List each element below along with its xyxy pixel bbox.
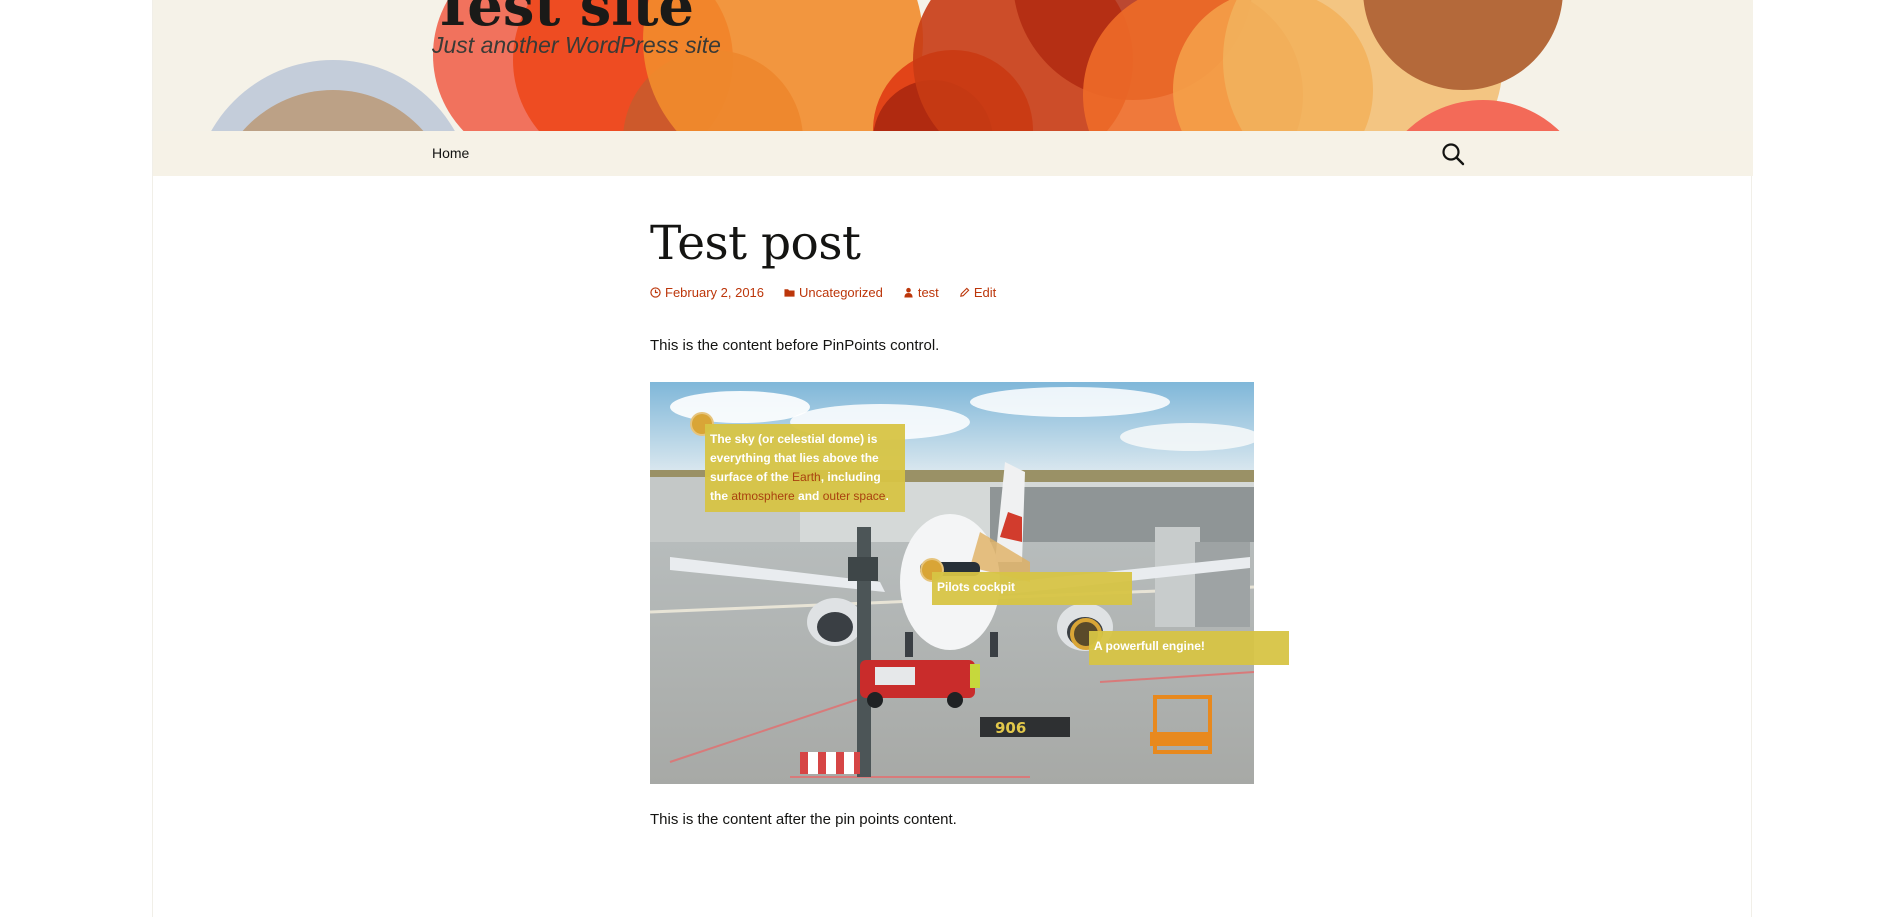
tooltip-sky: The sky (or celestial dome) is everythin… <box>705 424 905 512</box>
tooltip-sky-text: . <box>885 489 889 503</box>
post-category-link[interactable]: Uncategorized <box>784 285 883 300</box>
post-author: test <box>917 285 939 300</box>
pencil-icon <box>959 287 970 297</box>
page: Test site Just another WordPress site Ho… <box>152 0 1753 917</box>
post-author-link[interactable]: test <box>903 285 939 300</box>
folder-icon <box>784 289 795 297</box>
link-earth[interactable]: Earth <box>792 470 821 484</box>
link-atmosphere[interactable]: atmosphere <box>731 489 794 503</box>
post-edit-link[interactable]: Edit <box>959 285 996 300</box>
tooltip-cockpit: Pilots cockpit <box>932 572 1132 605</box>
post-date-link[interactable]: February 2, 2016 <box>650 285 764 300</box>
link-outer-space[interactable]: outer space <box>823 489 886 503</box>
tooltip-sky-term: celestial dome <box>777 432 861 446</box>
svg-text:906: 906 <box>995 719 1026 737</box>
tooltip-sky-text: The <box>710 432 735 446</box>
tooltip-sky-text: and <box>794 489 823 503</box>
tooltip-cockpit-text: Pilots cockpit <box>937 580 1016 594</box>
post-category: Uncategorized <box>799 285 883 300</box>
post-meta: February 2, 2016 Uncategorized test Edit <box>650 285 996 300</box>
main-navigation: Home <box>153 131 1753 176</box>
post-edit: Edit <box>973 285 997 300</box>
site-header: Test site Just another WordPress site <box>153 0 1753 131</box>
site-description: Just another WordPress site <box>432 32 721 58</box>
clock-icon <box>650 287 661 298</box>
content-before: This is the content before PinPoints con… <box>650 337 940 354</box>
nav-item-home[interactable]: Home <box>432 145 469 161</box>
pinpoints-control: 906 The sky (or celestial dome) is every… <box>650 382 1289 784</box>
header-image <box>153 0 1753 131</box>
tooltip-sky-text: (or <box>754 432 778 446</box>
post-title: Test post <box>650 216 861 271</box>
tooltip-engine-text: A powerfull engine! <box>1094 639 1205 653</box>
post-date: February 2, 2016 <box>665 285 765 300</box>
tooltip-sky-term: sky <box>734 432 755 446</box>
content-after: This is the content after the pin points… <box>650 811 957 828</box>
search-icon[interactable] <box>1441 142 1465 166</box>
tooltip-engine: A powerfull engine! <box>1089 631 1289 665</box>
user-icon <box>904 287 913 298</box>
